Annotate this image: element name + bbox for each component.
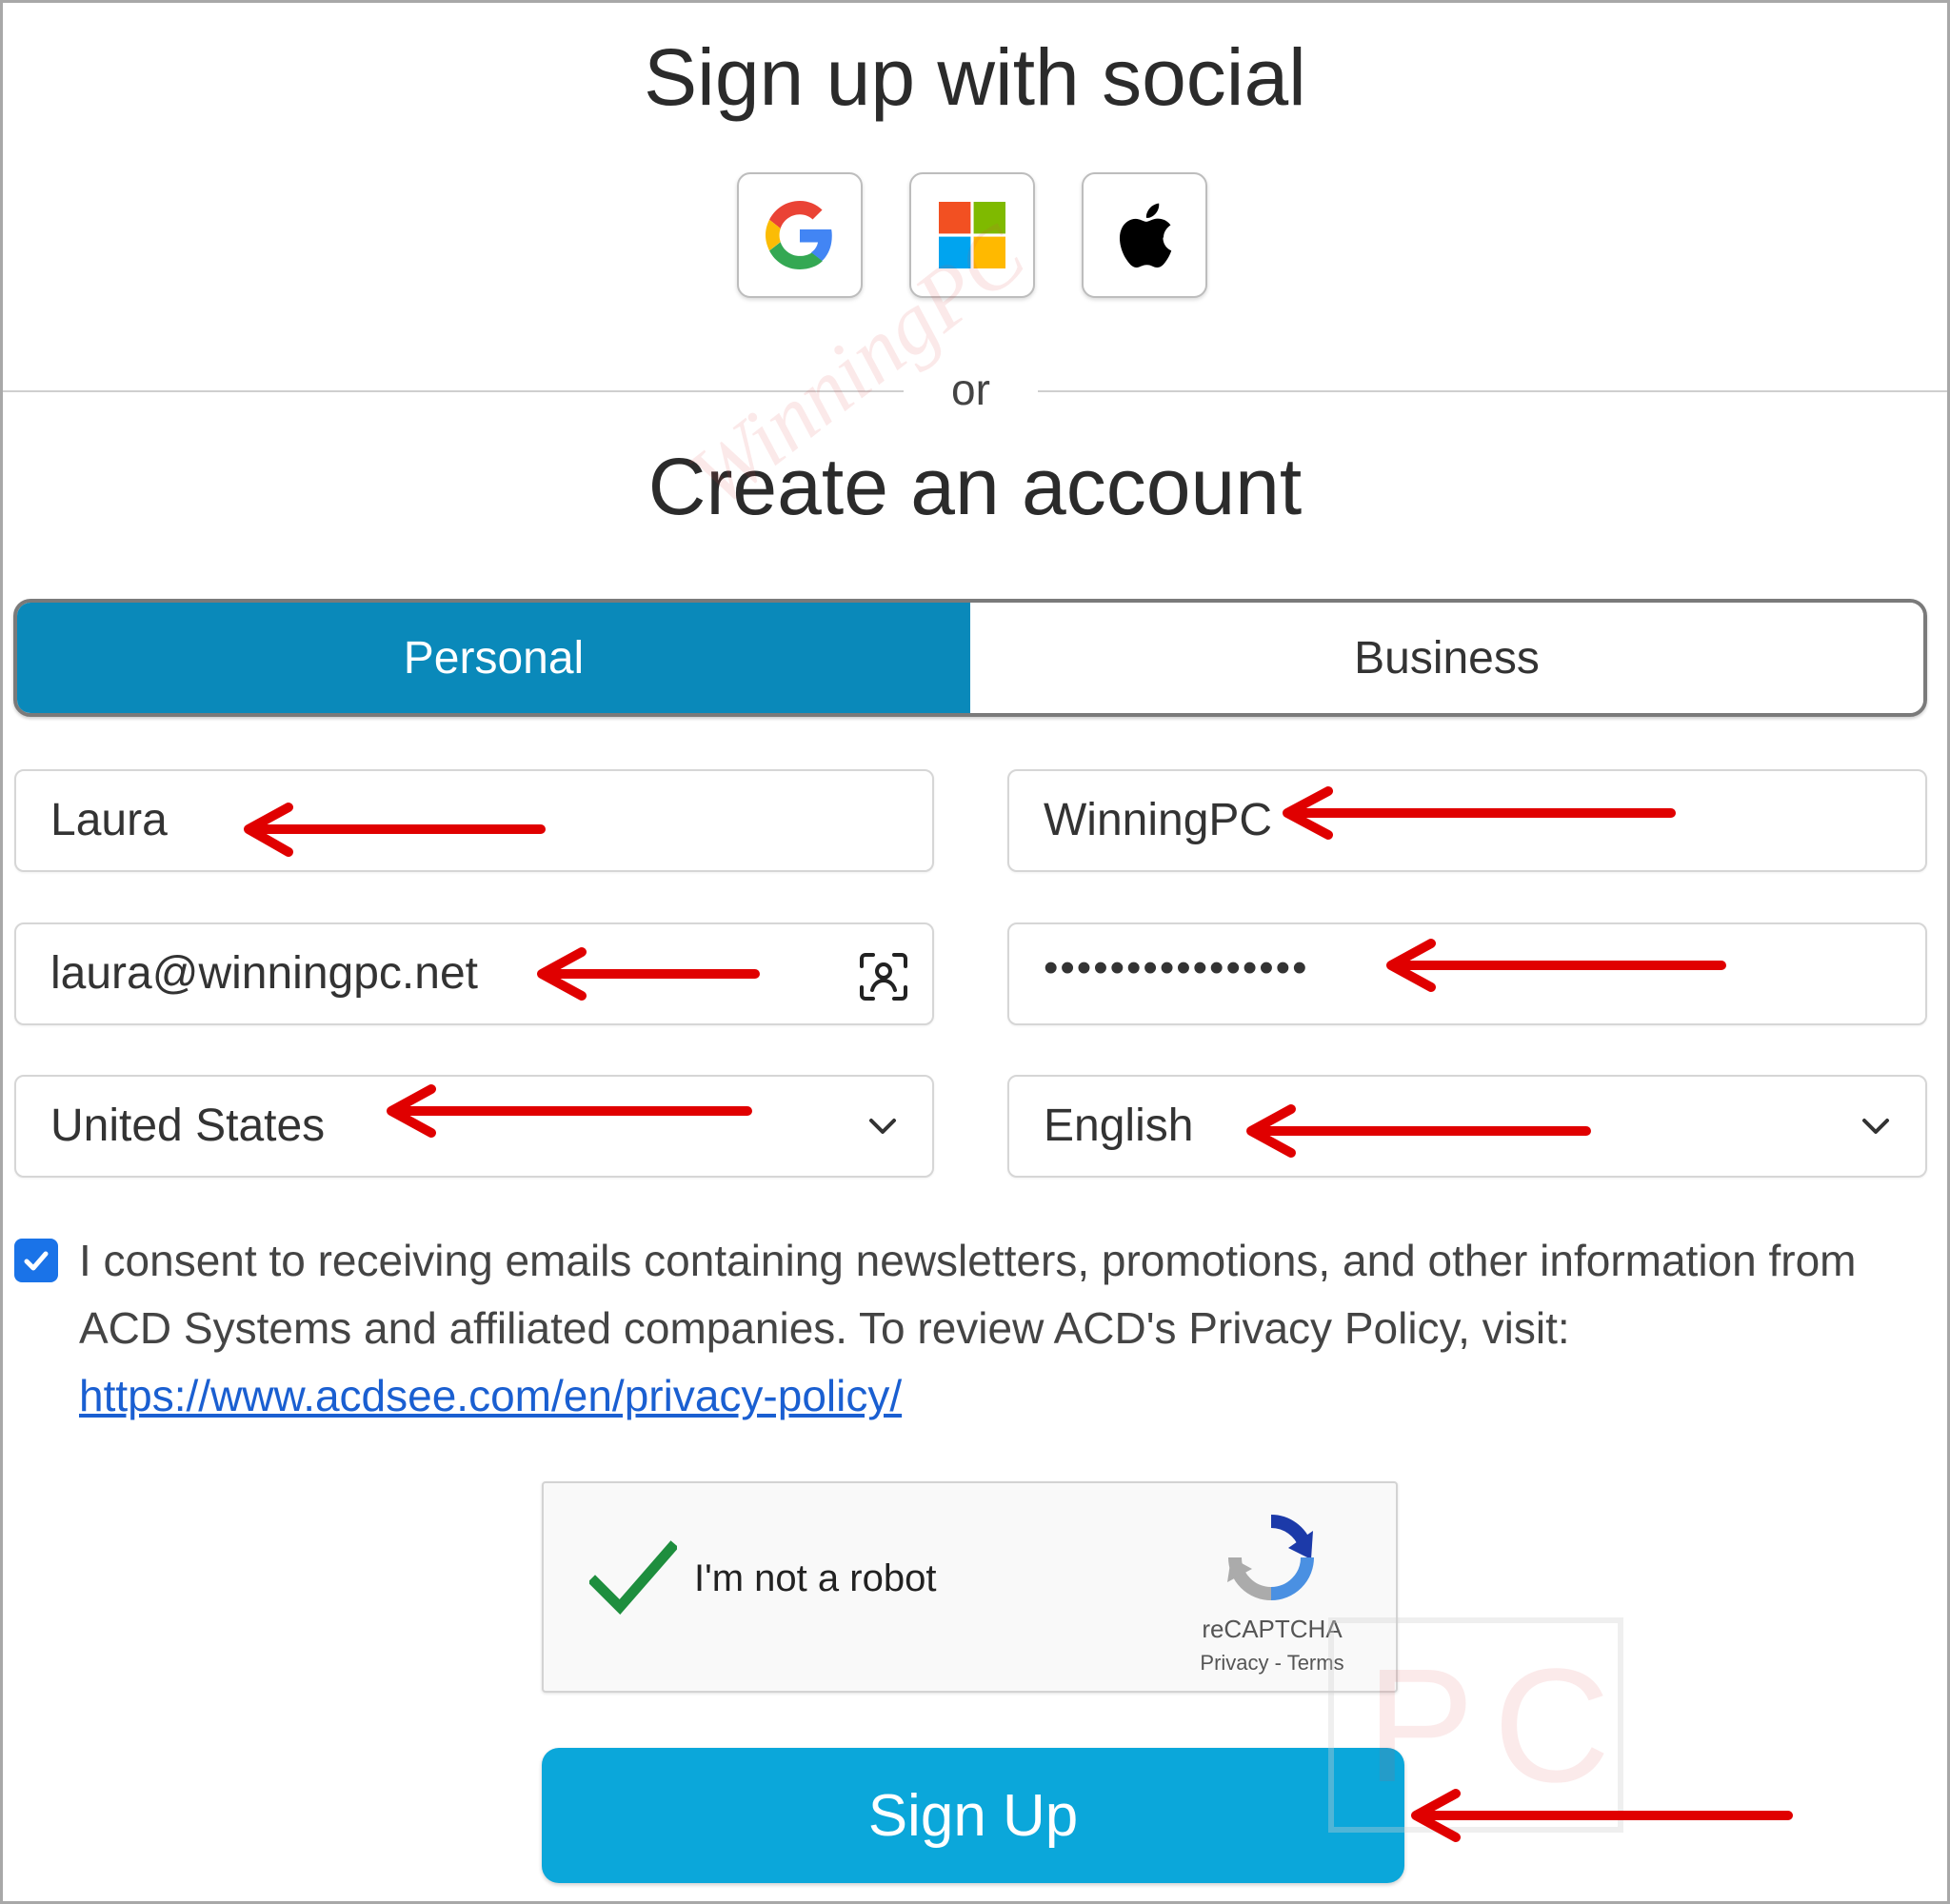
- last-name-value: WinningPC: [1044, 795, 1273, 845]
- country-value: United States: [50, 1101, 326, 1151]
- chevron-down-icon: [869, 1119, 896, 1134]
- divider-line-right: [1038, 390, 1947, 392]
- watermark-logo-text: PC: [1366, 1636, 1630, 1816]
- language-select[interactable]: English: [1007, 1075, 1927, 1178]
- privacy-policy-link[interactable]: https://www.acdsee.com/en/privacy-policy…: [79, 1371, 902, 1420]
- google-signin-button[interactable]: [737, 172, 863, 298]
- google-icon: [766, 201, 832, 269]
- tab-business[interactable]: Business: [970, 603, 1923, 713]
- first-name-value: Laura: [50, 795, 168, 845]
- consent-checkbox[interactable]: [14, 1239, 58, 1282]
- recaptcha-logo-icon: [1227, 1515, 1314, 1600]
- email-input[interactable]: laura@winningpc.net: [14, 922, 934, 1025]
- checkmark-icon: [24, 1251, 49, 1271]
- consent-text: I consent to receiving emails containing…: [79, 1236, 1857, 1353]
- chevron-down-icon: [1862, 1119, 1889, 1134]
- consent-label: I consent to receiving emails containing…: [79, 1227, 1917, 1430]
- sign-up-button[interactable]: Sign Up: [542, 1748, 1404, 1883]
- create-account-heading: Create an account: [647, 442, 1303, 531]
- recaptcha-links-separator: -: [1268, 1651, 1287, 1675]
- email-value: laura@winningpc.net: [50, 948, 478, 999]
- account-type-toggle: Personal Business: [13, 599, 1927, 717]
- first-name-input[interactable]: Laura: [14, 769, 934, 872]
- tab-personal[interactable]: Personal: [17, 603, 970, 713]
- recaptcha-checkmark-icon[interactable]: [589, 1540, 677, 1616]
- recaptcha-privacy-link[interactable]: Privacy: [1200, 1651, 1268, 1675]
- watermark-logo: PC: [1328, 1617, 1623, 1833]
- country-select[interactable]: United States: [14, 1075, 934, 1178]
- social-signup-heading: Sign up with social: [644, 32, 1306, 122]
- password-input[interactable]: ••••••••••••••••: [1007, 922, 1927, 1025]
- apple-icon: [1119, 203, 1172, 268]
- contact-autofill-icon[interactable]: [858, 951, 909, 1002]
- apple-signin-button[interactable]: [1082, 172, 1207, 298]
- recaptcha-widget: I'm not a robot reCAPTCHA Privacy - Term…: [542, 1481, 1398, 1693]
- signup-page: Sign up with social or Create an account…: [0, 0, 1950, 1904]
- recaptcha-label: I'm not a robot: [694, 1557, 937, 1599]
- password-value: ••••••••••••••••: [1044, 944, 1309, 991]
- last-name-input[interactable]: WinningPC: [1007, 769, 1927, 872]
- language-value: English: [1044, 1101, 1194, 1151]
